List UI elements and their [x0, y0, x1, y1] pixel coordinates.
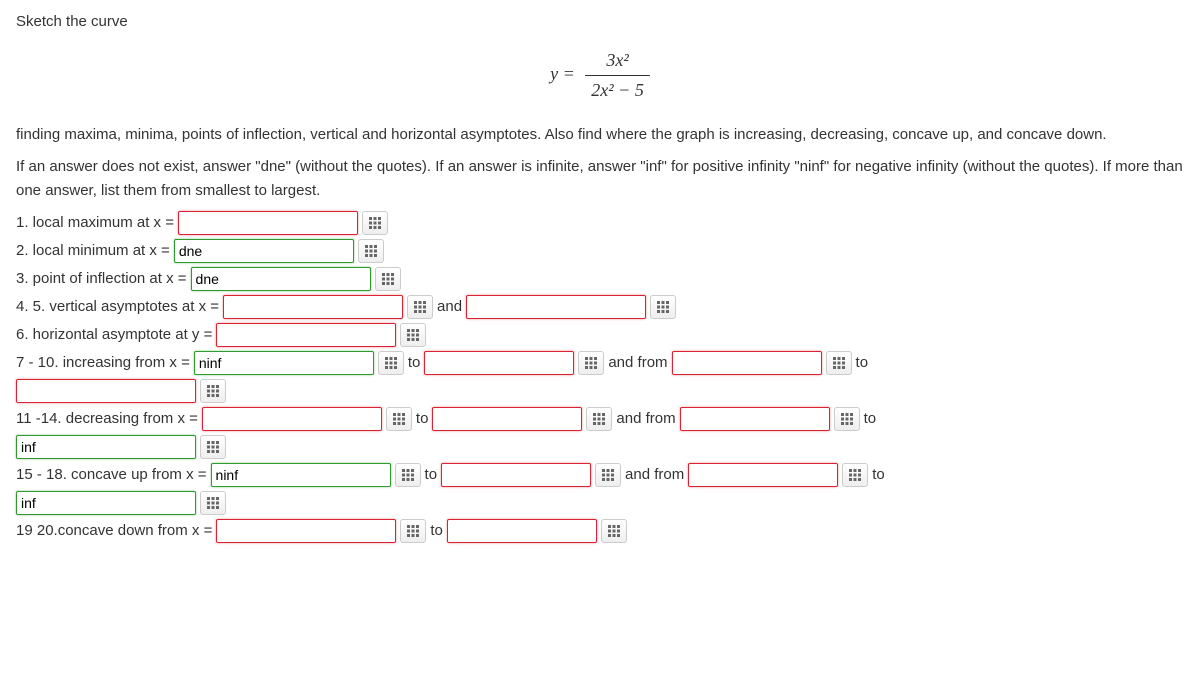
- question-2: 2. local minimum at x =: [16, 239, 1184, 263]
- q7-input-3[interactable]: [672, 351, 822, 375]
- keypad-icon[interactable]: [400, 323, 426, 347]
- q7-input-4[interactable]: [16, 379, 196, 403]
- q11-input-4[interactable]: [16, 435, 196, 459]
- question-7-10: 7 - 10. increasing from x = to and from …: [16, 351, 1184, 375]
- keypad-icon[interactable]: [601, 519, 627, 543]
- page-title: Sketch the curve: [16, 10, 1184, 34]
- equation-numerator: 3x²: [585, 46, 650, 76]
- keypad-icon[interactable]: [200, 435, 226, 459]
- q7-input-1[interactable]: [194, 351, 374, 375]
- q15-label: 15 - 18. concave up from x =: [16, 463, 207, 487]
- q19-input-1[interactable]: [216, 519, 396, 543]
- question-1: 1. local maximum at x =: [16, 211, 1184, 235]
- q11-label: 11 -14. decreasing from x =: [16, 407, 198, 431]
- question-15-18: 15 - 18. concave up from x = to and from…: [16, 463, 1184, 487]
- q15-input-2[interactable]: [441, 463, 591, 487]
- keypad-icon[interactable]: [378, 351, 404, 375]
- q15-andfrom: and from: [625, 463, 684, 487]
- question-11-14: 11 -14. decreasing from x = to and from …: [16, 407, 1184, 431]
- keypad-icon[interactable]: [650, 295, 676, 319]
- q7-to: to: [408, 351, 421, 375]
- question-7-10b: [16, 379, 1184, 403]
- q15-to2: to: [872, 463, 885, 487]
- q11-to: to: [416, 407, 429, 431]
- q15-to: to: [425, 463, 438, 487]
- q7-label: 7 - 10. increasing from x =: [16, 351, 190, 375]
- keypad-icon[interactable]: [358, 239, 384, 263]
- keypad-icon[interactable]: [842, 463, 868, 487]
- q45-and: and: [437, 295, 462, 319]
- q15-input-1[interactable]: [211, 463, 391, 487]
- q45-input-1[interactable]: [223, 295, 403, 319]
- instructions-1: finding maxima, minima, points of inflec…: [16, 123, 1184, 147]
- q7-input-2[interactable]: [424, 351, 574, 375]
- q45-input-2[interactable]: [466, 295, 646, 319]
- keypad-icon[interactable]: [578, 351, 604, 375]
- keypad-icon[interactable]: [595, 463, 621, 487]
- keypad-icon[interactable]: [826, 351, 852, 375]
- q45-label: 4. 5. vertical asymptotes at x =: [16, 295, 219, 319]
- keypad-icon[interactable]: [400, 519, 426, 543]
- keypad-icon[interactable]: [586, 407, 612, 431]
- q11-input-1[interactable]: [202, 407, 382, 431]
- q7-andfrom: and from: [608, 351, 667, 375]
- equation-denominator: 2x² − 5: [585, 76, 650, 105]
- q11-input-2[interactable]: [432, 407, 582, 431]
- q2-label: 2. local minimum at x =: [16, 239, 170, 263]
- keypad-icon[interactable]: [200, 379, 226, 403]
- q15-input-3[interactable]: [688, 463, 838, 487]
- question-3: 3. point of inflection at x =: [16, 267, 1184, 291]
- q11-andfrom: and from: [616, 407, 675, 431]
- keypad-icon[interactable]: [407, 295, 433, 319]
- question-11-14b: [16, 435, 1184, 459]
- keypad-icon[interactable]: [362, 211, 388, 235]
- q7-to2: to: [856, 351, 869, 375]
- q3-input[interactable]: [191, 267, 371, 291]
- q6-label: 6. horizontal asymptote at y =: [16, 323, 212, 347]
- q15-input-4[interactable]: [16, 491, 196, 515]
- keypad-icon[interactable]: [375, 267, 401, 291]
- question-15-18b: [16, 491, 1184, 515]
- question-4-5: 4. 5. vertical asymptotes at x = and: [16, 295, 1184, 319]
- q1-label: 1. local maximum at x =: [16, 211, 174, 235]
- q19-label: 19 20.concave down from x =: [16, 519, 212, 543]
- q11-input-3[interactable]: [680, 407, 830, 431]
- equation-lhs: y =: [550, 63, 575, 83]
- keypad-icon[interactable]: [386, 407, 412, 431]
- keypad-icon[interactable]: [395, 463, 421, 487]
- equation: y = 3x² 2x² − 5: [16, 46, 1184, 105]
- q3-label: 3. point of inflection at x =: [16, 267, 187, 291]
- q11-to2: to: [864, 407, 877, 431]
- keypad-icon[interactable]: [834, 407, 860, 431]
- keypad-icon[interactable]: [200, 491, 226, 515]
- question-19-20: 19 20.concave down from x = to: [16, 519, 1184, 543]
- q2-input[interactable]: [174, 239, 354, 263]
- question-6: 6. horizontal asymptote at y =: [16, 323, 1184, 347]
- q1-input[interactable]: [178, 211, 358, 235]
- q19-to: to: [430, 519, 443, 543]
- q19-input-2[interactable]: [447, 519, 597, 543]
- q6-input[interactable]: [216, 323, 396, 347]
- instructions-2: If an answer does not exist, answer "dne…: [16, 155, 1184, 203]
